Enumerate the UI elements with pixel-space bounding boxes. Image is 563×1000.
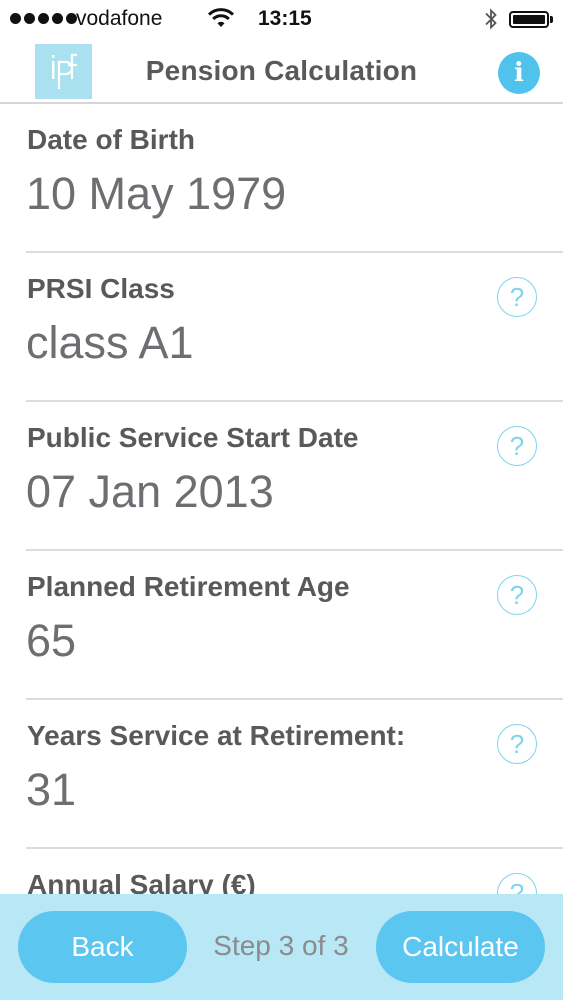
field-label: Annual Salary (€) <box>27 869 256 894</box>
field-value[interactable]: class A1 <box>26 317 194 369</box>
field-value[interactable]: 65 <box>26 615 76 667</box>
field-public-service-start-date[interactable]: Public Service Start Date 07 Jan 2013 ? <box>26 402 563 551</box>
help-icon[interactable]: ? <box>497 724 537 764</box>
wifi-icon <box>207 8 235 27</box>
battery-tip <box>550 16 553 23</box>
status-bar: vodafone 13:15 <box>0 0 563 40</box>
field-label: PRSI Class <box>27 273 175 304</box>
help-icon[interactable]: ? <box>497 575 537 615</box>
bluetooth-icon <box>485 8 497 30</box>
help-icon[interactable]: ? <box>497 277 537 317</box>
field-years-service-at-retirement[interactable]: Years Service at Retirement: 31 ? <box>26 700 563 849</box>
field-label: Public Service Start Date <box>27 422 359 453</box>
page-title: Pension Calculation <box>145 55 418 86</box>
status-time: 13:15 <box>258 7 312 30</box>
field-value[interactable]: 07 Jan 2013 <box>26 466 274 518</box>
field-planned-retirement-age[interactable]: Planned Retirement Age 65 ? <box>26 551 563 700</box>
calculate-button[interactable]: Calculate <box>376 911 545 983</box>
field-label: Date of Birth <box>27 124 195 155</box>
field-label: Years Service at Retirement: <box>27 720 406 751</box>
field-value[interactable]: 10 May 1979 <box>26 168 286 220</box>
back-button[interactable]: Back <box>18 911 187 983</box>
help-icon[interactable]: ? <box>497 426 537 466</box>
nav-bar: Pension Calculation i <box>0 40 563 104</box>
pension-form: Date of Birth 10 May 1979 PRSI Class cla… <box>0 104 563 894</box>
signal-strength-icon <box>10 13 77 24</box>
battery-icon <box>509 11 549 28</box>
help-icon[interactable]: ? <box>497 873 537 894</box>
bottom-toolbar: Back Step 3 of 3 Calculate <box>0 894 563 1000</box>
carrier-name: vodafone <box>76 7 163 30</box>
info-button[interactable]: i <box>498 52 540 94</box>
step-indicator: Step 3 of 3 <box>213 930 349 961</box>
field-annual-salary[interactable]: Annual Salary (€) ? <box>26 849 563 894</box>
field-label: Planned Retirement Age <box>27 571 350 602</box>
field-prsi-class[interactable]: PRSI Class class A1 ? <box>26 253 563 402</box>
info-icon: i <box>514 58 524 88</box>
field-value[interactable]: 31 <box>26 764 76 816</box>
field-date-of-birth[interactable]: Date of Birth 10 May 1979 <box>26 104 563 253</box>
